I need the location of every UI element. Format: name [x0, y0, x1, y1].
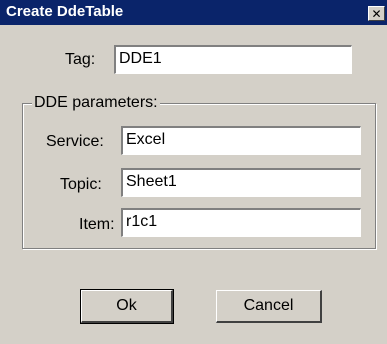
- item-input[interactable]: r1c1: [121, 208, 361, 237]
- topic-input[interactable]: Sheet1: [121, 168, 361, 197]
- ok-button[interactable]: Ok: [80, 289, 174, 324]
- create-ddetable-dialog: Create DdeTable ✕ Tag: DDE1 DDE paramete…: [0, 0, 387, 344]
- dde-parameters-legend: DDE parameters:: [32, 94, 160, 112]
- tag-input[interactable]: DDE1: [114, 45, 352, 74]
- service-label: Service:: [46, 133, 104, 150]
- close-button[interactable]: ✕: [368, 6, 385, 21]
- cancel-button[interactable]: Cancel: [216, 290, 322, 323]
- tag-label: Tag:: [65, 51, 96, 68]
- title-bar[interactable]: Create DdeTable ✕: [0, 0, 387, 25]
- item-label: Item:: [79, 216, 115, 233]
- close-icon: ✕: [371, 6, 382, 21]
- window-title: Create DdeTable: [6, 3, 124, 20]
- service-input[interactable]: Excel: [121, 126, 361, 155]
- topic-label: Topic:: [60, 176, 102, 193]
